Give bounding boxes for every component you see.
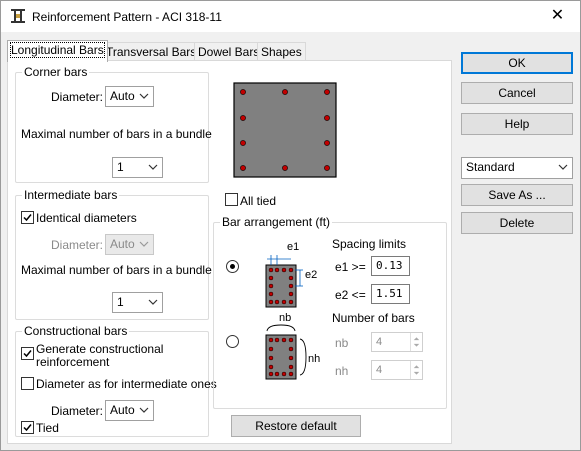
diagram-e1-label: e1 — [287, 241, 300, 253]
chevron-down-icon — [148, 164, 158, 170]
corner-diameter-select[interactable]: Auto — [105, 86, 154, 107]
spinner-arrows-icon — [410, 361, 420, 379]
chevron-down-icon — [148, 299, 158, 305]
corner-bundle-select[interactable]: 1 — [112, 157, 163, 178]
intermediate-bars-group: Intermediate bars Identical diameters Di… — [15, 188, 212, 320]
diagram-nb-label: nb — [279, 312, 292, 324]
intermediate-bundle-select[interactable]: 1 — [112, 292, 163, 313]
chevron-down-icon — [558, 164, 568, 170]
close-icon: ✕ — [550, 7, 565, 24]
corner-diameter-label: Diameter: — [51, 90, 104, 104]
help-button[interactable]: Help — [461, 113, 573, 135]
dialog-window: Reinforcement Pattern - ACI 318-11 ✕ Lon… — [0, 0, 581, 451]
all-tied-label: All tied — [240, 194, 277, 208]
corner-bars-title: Corner bars — [22, 65, 90, 79]
tab-longitudinal-bars[interactable]: Longitudinal Bars — [7, 40, 108, 62]
nb-label: nb — [335, 336, 349, 350]
constructional-bars-group: Constructional bars Generate constructio… — [15, 324, 217, 437]
constructional-diameter-select[interactable]: Auto — [105, 400, 154, 421]
diameter-as-intermediate-label: Diameter as for intermediate ones — [36, 377, 217, 391]
tab-shapes[interactable]: Shapes — [257, 42, 306, 62]
bar-arrangement-group: Bar arrangement (ft) e1 e2 Spacing limit… — [213, 215, 447, 409]
spinner-arrows-icon — [410, 333, 420, 351]
intermediate-diameter-select[interactable]: Auto — [105, 234, 154, 255]
generate-constructional-label-line1: Generate constructional — [36, 342, 164, 356]
cancel-button[interactable]: Cancel — [461, 82, 573, 104]
tied-label: Tied — [36, 421, 59, 435]
intermediate-bars-title: Intermediate bars — [22, 188, 120, 202]
identical-diameters-checkbox[interactable] — [21, 211, 34, 224]
nb-spinner[interactable]: 4 — [371, 332, 423, 352]
save-as-button[interactable]: Save As ... — [461, 184, 573, 206]
number-of-bars-label: Number of bars — [332, 311, 415, 325]
preset-select[interactable]: Standard — [461, 157, 573, 179]
checkmark-icon — [23, 214, 32, 222]
tab-transversal-bars[interactable]: Transversal Bars — [102, 42, 201, 62]
title-bar: Reinforcement Pattern - ACI 318-11 ✕ — [1, 1, 580, 32]
constructional-bars-title: Constructional bars — [22, 324, 130, 338]
window-title: Reinforcement Pattern - ACI 318-11 — [32, 10, 222, 24]
close-button[interactable]: ✕ — [535, 1, 580, 31]
intermediate-bundle-label: Maximal number of bars in a bundle — [21, 263, 212, 277]
chevron-down-icon — [139, 241, 149, 247]
checkmark-icon — [23, 424, 32, 432]
tab-dowel-bars[interactable]: Dowel Bars — [194, 42, 264, 62]
identical-diameters-label: Identical diameters — [36, 211, 137, 225]
e1-input[interactable]: 0.13 — [371, 256, 410, 276]
corner-bundle-label: Maximal number of bars in a bundle — [21, 127, 212, 141]
chevron-down-icon — [139, 407, 149, 413]
nh-label: nh — [335, 364, 349, 378]
number-of-bars-radio[interactable] — [226, 335, 239, 348]
tied-checkbox[interactable] — [21, 421, 34, 434]
diagram-nh-label: nh — [308, 353, 321, 365]
diameter-as-intermediate-checkbox[interactable] — [21, 377, 34, 390]
section-preview-image — [233, 82, 337, 178]
ok-button[interactable]: OK — [461, 52, 573, 74]
tab-panel-longitudinal: Corner bars Diameter: Auto Maximal numbe… — [7, 60, 452, 444]
generate-constructional-label-line2: reinforcement — [36, 355, 110, 369]
diagram-e2-label: e2 — [305, 269, 318, 281]
spacing-diagram — [265, 255, 303, 308]
e2-input[interactable]: 1.51 — [371, 284, 410, 304]
all-tied-checkbox[interactable] — [225, 193, 238, 206]
bar-arrangement-title: Bar arrangement (ft) — [220, 215, 333, 229]
e2-label: e2 <= — [335, 288, 366, 302]
spacing-limits-label: Spacing limits — [332, 237, 407, 251]
chevron-down-icon — [139, 93, 149, 99]
restore-default-button[interactable]: Restore default — [231, 415, 361, 437]
intermediate-diameter-label: Diameter: — [51, 238, 104, 252]
generate-constructional-checkbox[interactable] — [21, 347, 34, 360]
checkmark-icon — [23, 350, 32, 358]
e1-label: e1 >= — [335, 260, 366, 274]
corner-bars-group: Corner bars Diameter: Auto Maximal numbe… — [15, 65, 212, 183]
delete-button[interactable]: Delete — [461, 212, 573, 234]
spacing-limits-radio[interactable] — [226, 260, 239, 273]
constructional-diameter-label: Diameter: — [51, 404, 104, 418]
nh-spinner[interactable]: 4 — [371, 360, 423, 380]
app-icon — [11, 9, 25, 23]
